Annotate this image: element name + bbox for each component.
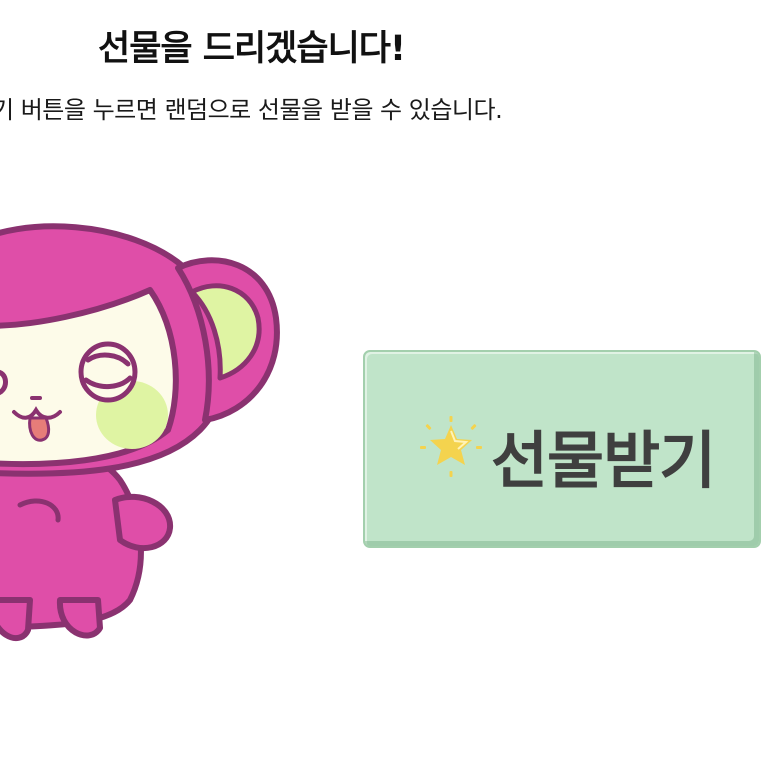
page: 선물을 드리겠습니다! 기 버튼을 누르면 랜덤으로 선물을 받을 수 있습니다… <box>0 0 783 783</box>
mascot-character <box>0 223 280 642</box>
sparkle-star-icon <box>420 416 482 477</box>
gift-button-label: 선물받기 <box>491 424 716 497</box>
gift-receive-button[interactable]: 선물받기 <box>363 350 761 548</box>
